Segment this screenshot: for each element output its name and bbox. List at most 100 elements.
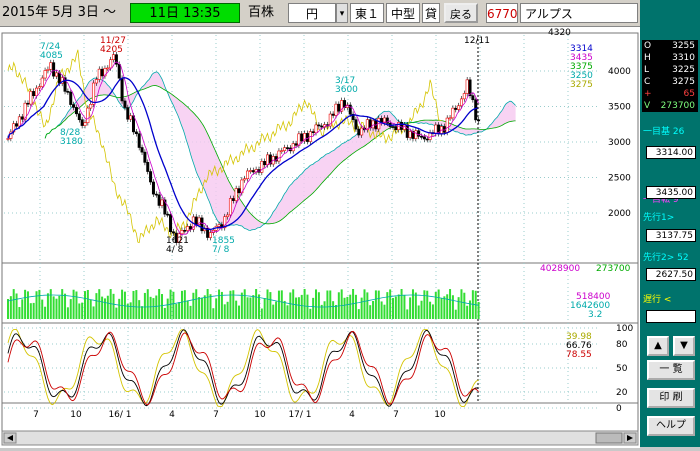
- candle-body: [49, 62, 53, 70]
- candle-body: [465, 79, 469, 94]
- candle-body: [285, 147, 289, 149]
- candle-body: [357, 128, 361, 136]
- candle-body: [69, 91, 73, 105]
- volume-bar: [18, 307, 21, 319]
- volume-bar: [383, 304, 386, 319]
- price-tick-label: 2000: [608, 209, 631, 219]
- candle-body: [300, 133, 304, 142]
- chart-svg: 12/1143204000350030002500200033143435337…: [1, 28, 639, 446]
- stock-code[interactable]: 6770: [486, 3, 518, 23]
- volume-bar: [129, 302, 132, 319]
- volume-label: 273700: [596, 264, 631, 274]
- candle-body: [391, 126, 395, 128]
- candle-body: [234, 188, 238, 201]
- volume-bar: [78, 303, 81, 319]
- chevron-down-icon[interactable]: ▾: [336, 3, 348, 23]
- volume-bar: [121, 289, 124, 319]
- volume-bar: [283, 300, 286, 319]
- volume-bar: [58, 295, 61, 319]
- candle-body: [417, 130, 421, 137]
- quote-value: 3225: [672, 65, 695, 75]
- volume-bar: [252, 295, 255, 319]
- x-tick-label: 10: [434, 410, 446, 420]
- x-tick-label: 10: [70, 410, 82, 420]
- volume-bar: [466, 305, 469, 319]
- candle-body: [29, 91, 33, 105]
- volume-bar: [21, 299, 24, 319]
- volume-bar: [266, 289, 269, 319]
- candle-body: [151, 181, 155, 195]
- market-field: 東１: [350, 3, 384, 23]
- candle-body: [360, 127, 364, 136]
- osc-tick-label: 0: [616, 404, 622, 414]
- help-button[interactable]: ヘルプ: [647, 416, 695, 436]
- volume-bar: [440, 298, 443, 319]
- volume-bar: [349, 294, 352, 319]
- down-button[interactable]: ▼: [673, 336, 695, 356]
- volume-bar: [86, 289, 89, 319]
- volume-bar: [406, 309, 409, 319]
- candle-body: [15, 123, 19, 127]
- senko1-label: 先行1>: [643, 213, 675, 223]
- candle-body: [354, 119, 358, 130]
- range-field[interactable]: 11日 13:35: [130, 3, 240, 23]
- volume-bar: [55, 298, 58, 319]
- candle-body: [6, 138, 10, 140]
- lending-field: 貸: [422, 3, 440, 23]
- start-date[interactable]: 2015年 5月 3日 ～: [2, 3, 130, 23]
- volume-bar: [46, 293, 49, 319]
- volume-bar: [454, 309, 457, 319]
- indicator-value: 3275: [570, 80, 593, 90]
- x-tick-label: 7: [33, 410, 39, 420]
- volume-bar: [195, 289, 198, 319]
- volume-bar: [409, 297, 412, 319]
- candle-body: [228, 198, 232, 216]
- candle-body: [66, 91, 70, 93]
- candle-body: [457, 105, 461, 110]
- volume-bar: [149, 296, 152, 319]
- volume-bar: [280, 290, 283, 319]
- volume-bar: [178, 302, 181, 319]
- currency-select[interactable]: 円: [288, 3, 336, 23]
- candle-body: [57, 72, 61, 84]
- volume-bar: [192, 292, 195, 319]
- volume-bar: [295, 297, 298, 319]
- candle-body: [405, 124, 409, 138]
- candle-body: [474, 99, 478, 121]
- candle-body: [337, 103, 341, 112]
- volume-bar: [411, 289, 414, 319]
- volume-bar: [469, 300, 472, 319]
- volume-bar: [343, 297, 346, 319]
- senko2-value: 2627.50: [646, 268, 696, 281]
- volume-bar: [161, 294, 164, 319]
- volume-bar: [332, 301, 335, 319]
- senko1-value: 3137.75: [646, 229, 696, 242]
- up-button[interactable]: ▲: [647, 336, 669, 356]
- candle-body: [422, 136, 426, 140]
- print-button[interactable]: 印 刷: [647, 388, 695, 408]
- x-tick-label: 7: [393, 410, 399, 420]
- quote-open: O 3255: [642, 40, 698, 52]
- volume-bar: [326, 290, 329, 319]
- candle-body: [248, 170, 252, 172]
- volume-bar: [98, 289, 101, 319]
- volume-bar: [260, 308, 263, 319]
- volume-bar: [451, 295, 454, 319]
- list-button[interactable]: 一 覧: [647, 360, 695, 380]
- volume-bar: [206, 289, 209, 319]
- volume-bar: [263, 298, 266, 319]
- volume-bar: [32, 302, 35, 319]
- candle-body: [94, 79, 98, 84]
- scroll-thumb: [595, 432, 623, 444]
- volume-bar: [329, 290, 332, 319]
- candle-body: [160, 199, 164, 206]
- candle-body: [17, 116, 21, 127]
- volume-bar: [354, 294, 357, 319]
- x-tick-label: 16/ 1: [108, 410, 131, 420]
- candle-body: [194, 216, 198, 225]
- candle-body: [123, 100, 127, 108]
- candle-body: [183, 230, 187, 232]
- candle-body: [471, 95, 475, 101]
- back-button[interactable]: 戻る: [444, 3, 478, 23]
- x-tick-label: 10: [254, 410, 266, 420]
